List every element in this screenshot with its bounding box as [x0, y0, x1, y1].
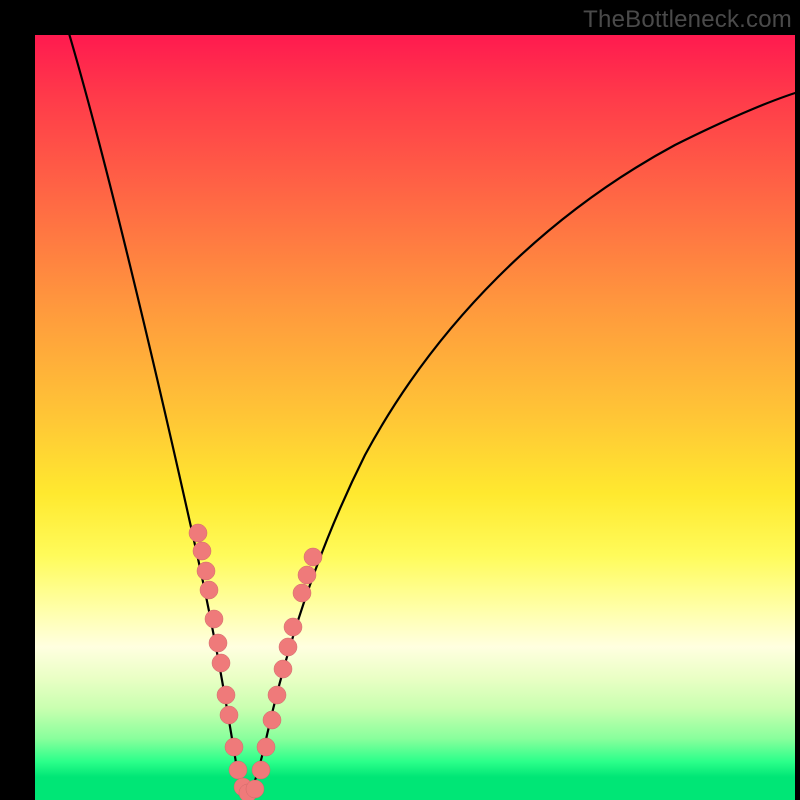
- marker-dot: [257, 738, 275, 756]
- marker-dot: [246, 780, 264, 798]
- marker-dot: [189, 524, 207, 542]
- marker-group: [189, 524, 322, 800]
- curve-layer: [35, 35, 795, 800]
- marker-dot: [252, 761, 270, 779]
- marker-dot: [205, 610, 223, 628]
- marker-dot: [298, 566, 316, 584]
- marker-dot: [209, 634, 227, 652]
- chart-frame: TheBottleneck.com: [0, 0, 800, 800]
- marker-dot: [293, 584, 311, 602]
- marker-dot: [217, 686, 235, 704]
- marker-dot: [268, 686, 286, 704]
- marker-dot: [200, 581, 218, 599]
- marker-dot: [229, 761, 247, 779]
- marker-dot: [193, 542, 211, 560]
- marker-dot: [274, 660, 292, 678]
- marker-dot: [263, 711, 281, 729]
- bottleneck-curve: [68, 30, 800, 795]
- watermark-text: TheBottleneck.com: [583, 6, 792, 34]
- marker-dot: [220, 706, 238, 724]
- marker-dot: [212, 654, 230, 672]
- marker-dot: [225, 738, 243, 756]
- marker-dot: [197, 562, 215, 580]
- marker-dot: [284, 618, 302, 636]
- marker-dot: [304, 548, 322, 566]
- marker-dot: [279, 638, 297, 656]
